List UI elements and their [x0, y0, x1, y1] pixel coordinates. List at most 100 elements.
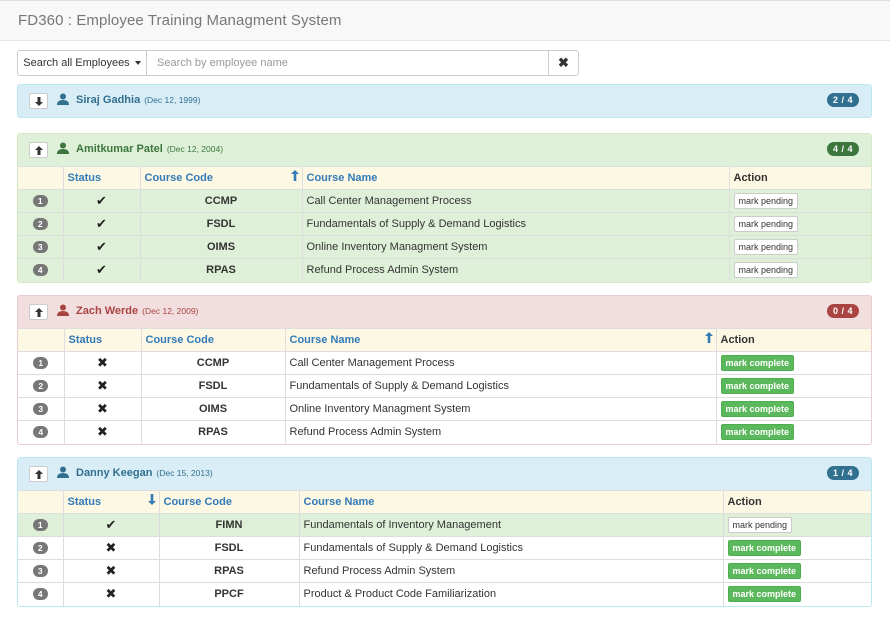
status-header[interactable]: Status [64, 328, 142, 352]
course-name-header[interactable]: Course Name [299, 490, 724, 514]
expand-toggle-button[interactable] [29, 93, 48, 109]
close-icon: ✖ [558, 55, 569, 70]
employee-date: (Dec 12, 2004) [166, 144, 224, 154]
course-code: PPCF [159, 582, 300, 606]
employee-panel-header[interactable]: Zach Werde (Dec 12, 2009) 0 / 4 [18, 296, 871, 328]
status-check-icon: ✔ [63, 258, 141, 282]
status-check-icon: ✔ [63, 189, 141, 213]
search-scope-dropdown[interactable]: Search all Employees [17, 50, 147, 76]
course-name: Fundamentals of Supply & Demand Logistic… [285, 374, 717, 398]
mark-pending-button[interactable]: mark pending [727, 517, 793, 533]
table-row: 3 ✔ OIMS Online Inventory Managment Syst… [18, 235, 871, 259]
status-cross-icon: ✖ [64, 351, 142, 375]
course-code: CCMP [140, 189, 303, 213]
course-code: FIMN [159, 513, 300, 537]
course-table: Status Course Code Course Name Action 1 … [18, 490, 871, 606]
table-row: 3 ✖ OIMS Online Inventory Managment Syst… [18, 397, 871, 421]
row-number-header [18, 166, 64, 190]
mark-complete-button[interactable]: mark complete [727, 563, 802, 579]
row-number-header [18, 328, 65, 352]
status-check-icon: ✔ [63, 212, 141, 236]
course-name-header[interactable]: Course Name [302, 166, 730, 190]
course-code-header[interactable]: Course Code [141, 328, 286, 352]
employee-panel-header[interactable]: Amitkumar Patel (Dec 12, 2004) 4 / 4 [18, 134, 871, 166]
arrow-down-icon [34, 96, 43, 106]
employee-panel: Zach Werde (Dec 12, 2009) 0 / 4 Status Co… [17, 295, 872, 445]
clear-search-button[interactable]: ✖ [548, 50, 579, 76]
search-scope-label: Search all Employees [23, 57, 130, 69]
table-row: 4 ✖ RPAS Refund Process Admin System mar… [18, 420, 871, 444]
collapse-toggle-button[interactable] [29, 142, 48, 158]
course-name-header[interactable]: Course Name [285, 328, 717, 352]
course-name: Call Center Management Process [302, 189, 730, 213]
search-bar: Search all Employees Search by employee … [17, 50, 579, 76]
course-code: OIMS [140, 235, 303, 259]
course-code: RPAS [140, 258, 303, 282]
sort-ascending-icon [290, 170, 299, 181]
employee-name[interactable]: Danny Keegan (Dec 15, 2013) [76, 467, 213, 479]
action-header: Action [716, 328, 871, 352]
employee-name[interactable]: Zach Werde (Dec 12, 2009) [76, 305, 198, 317]
employee-date: (Dec 15, 2013) [156, 468, 213, 478]
search-input[interactable]: Search by employee name [147, 50, 548, 76]
status-cross-icon: ✖ [63, 559, 160, 583]
status-header[interactable]: Status [63, 166, 141, 190]
arrow-up-icon [34, 469, 43, 479]
row-number-badge: 4 [33, 426, 49, 439]
course-code: FSDL [140, 212, 303, 236]
progress-badge: 2 / 4 [826, 93, 859, 107]
status-cross-icon: ✖ [64, 397, 142, 421]
course-code-header[interactable]: Course Code [140, 166, 303, 190]
table-row: 1 ✔ CCMP Call Center Management Process … [18, 189, 871, 213]
row-number-badge: 3 [32, 565, 48, 577]
table-row: 3 ✖ RPAS Refund Process Admin System mar… [18, 559, 871, 583]
course-code: RPAS [159, 559, 300, 583]
table-row: 2 ✖ FSDL Fundamentals of Supply & Demand… [18, 374, 871, 398]
row-number-header [18, 490, 64, 514]
mark-pending-button[interactable]: mark pending [733, 262, 799, 279]
course-name: Online Inventory Managment System [302, 235, 730, 259]
course-code-header[interactable]: Course Code [159, 490, 300, 514]
course-table: Status Course Code Course Name Action 1 … [18, 166, 871, 282]
status-cross-icon: ✖ [63, 582, 160, 606]
employee-panel: Siraj Gadhia (Dec 12, 1999) 2 / 4 [17, 84, 872, 118]
course-table: Status Course Code Course Name Action 1 … [18, 328, 871, 444]
row-number-badge: 1 [32, 519, 48, 531]
course-code: OIMS [141, 397, 286, 421]
mark-complete-button[interactable]: mark complete [727, 586, 802, 603]
course-name: Online Inventory Managment System [285, 397, 717, 421]
sort-ascending-icon [704, 332, 713, 343]
employee-panel-header[interactable]: Danny Keegan (Dec 15, 2013) 1 / 4 [18, 458, 871, 490]
mark-pending-button[interactable]: mark pending [733, 239, 799, 255]
employee-date: (Dec 12, 2009) [142, 306, 199, 316]
sort-descending-icon [147, 494, 156, 505]
course-name: Call Center Management Process [285, 351, 717, 375]
employee-name[interactable]: Siraj Gadhia (Dec 12, 1999) [76, 94, 200, 106]
course-code: RPAS [141, 420, 286, 444]
course-name: Product & Product Code Familiarization [299, 582, 724, 606]
collapse-toggle-button[interactable] [29, 466, 48, 482]
arrow-up-icon [34, 307, 43, 317]
status-cross-icon: ✖ [64, 420, 142, 444]
user-icon [57, 304, 69, 316]
arrow-up-icon [34, 145, 43, 155]
course-name: Fundamentals of Inventory Management [299, 513, 724, 537]
mark-pending-button[interactable]: mark pending [733, 216, 799, 232]
collapse-toggle-button[interactable] [29, 304, 48, 320]
course-name: Fundamentals of Supply & Demand Logistic… [302, 212, 730, 236]
employee-name[interactable]: Amitkumar Patel (Dec 12, 2004) [76, 143, 223, 155]
app-title[interactable]: FD360 : Employee Training Managment Syst… [18, 12, 342, 29]
mark-complete-button[interactable]: mark complete [727, 540, 802, 556]
mark-complete-button[interactable]: mark complete [720, 378, 795, 394]
mark-pending-button[interactable]: mark pending [733, 193, 799, 209]
user-icon [57, 93, 69, 105]
row-number-badge: 1 [33, 357, 49, 369]
table-row: 1 ✖ CCMP Call Center Management Process … [18, 351, 871, 375]
mark-complete-button[interactable]: mark complete [720, 424, 795, 441]
employee-panel-header[interactable]: Siraj Gadhia (Dec 12, 1999) 2 / 4 [18, 85, 871, 117]
status-header[interactable]: Status [63, 490, 160, 514]
mark-complete-button[interactable]: mark complete [720, 355, 795, 371]
row-number-badge: 2 [32, 542, 48, 554]
status-cross-icon: ✖ [64, 374, 142, 398]
mark-complete-button[interactable]: mark complete [720, 401, 795, 417]
